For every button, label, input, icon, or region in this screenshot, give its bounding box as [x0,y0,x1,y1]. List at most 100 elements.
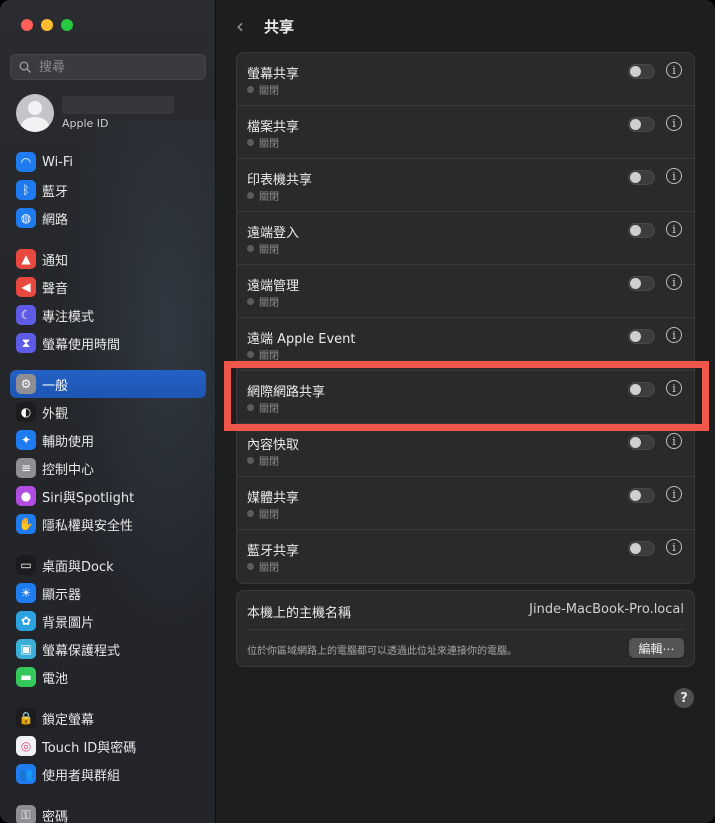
service-toggle[interactable] [628,64,655,79]
accessibility-icon: ✦ [16,430,36,450]
sidebar-item-sound[interactable]: ◀ 聲音 [10,273,206,301]
service-label: 印表機共享 [247,173,313,188]
info-icon[interactable]: i [666,168,682,184]
sidebar-item-label: 通知 [42,253,69,269]
service-toggle[interactable] [628,329,655,344]
service-label: 媒體共享 [247,491,300,506]
sidebar-item-users-groups[interactable]: 👥 使用者與群組 [10,760,206,788]
hostname-description: 位於你區域網路上的電腦都可以透過此位址來連接你的電腦。 [247,646,517,657]
control-center-icon: ≡ [16,458,36,478]
network-icon: ◍ [16,208,36,228]
info-icon[interactable]: i [666,380,682,396]
sidebar-item-accessibility[interactable]: ✦ 輔助使用 [10,426,206,454]
service-status-text: 關閉 [259,457,279,468]
sidebar-item-appearance[interactable]: ◐ 外觀 [10,398,206,426]
edit-hostname-button[interactable]: 編輯⋯ [629,638,684,658]
sidebar-item-siri[interactable]: ● Siri與Spotlight [10,482,206,510]
service-label: 螢幕共享 [247,67,300,82]
sidebar-item-control-center[interactable]: ≡ 控制中心 [10,454,206,482]
sidebar-item-battery[interactable]: ▬ 電池 [10,663,206,691]
sidebar-item-wallpaper[interactable]: ✿ 背景圖片 [10,607,206,635]
desktop-dock-icon: ▭ [16,555,36,575]
info-icon[interactable]: i [666,539,682,555]
sidebar-item-network[interactable]: ◍ 網路 [10,204,206,232]
info-icon[interactable]: i [666,433,682,449]
service-status: 關閉 [247,135,279,150]
search-input[interactable] [37,58,201,76]
siri-icon: ● [16,486,36,506]
service-toggle[interactable] [628,117,655,132]
info-icon[interactable]: i [666,274,682,290]
account-name-redacted [62,96,174,114]
service-status-text: 關閉 [259,510,279,521]
touch-id-icon: ◎ [16,736,36,756]
status-dot-icon [247,139,254,146]
sidebar-item-notifications[interactable]: ▲ 通知 [10,245,206,273]
sidebar-item-label: 聲音 [42,281,69,297]
sidebar-item-label: 控制中心 [42,462,95,478]
close-window-button[interactable] [21,19,33,31]
help-button[interactable]: ? [674,688,694,708]
service-status: 關閉 [247,82,279,97]
sidebar-item-passwords[interactable]: ⚿ 密碼 [10,801,206,823]
hostname-label: 本機上的主機名稱 [247,606,352,621]
sidebar-item-general[interactable]: ⚙ 一般 [10,370,206,398]
service-toggle[interactable] [628,488,655,503]
sidebar-item-label: Siri與Spotlight [42,490,135,506]
sound-icon: ◀ [16,277,36,297]
info-icon[interactable]: i [666,221,682,237]
service-label: 藍牙共享 [247,544,300,559]
sidebar-item-focus[interactable]: ☾ 專注模式 [10,301,206,329]
sidebar-item-screensaver[interactable]: ▣ 螢幕保護程式 [10,635,206,663]
minimize-window-button[interactable] [41,19,53,31]
service-toggle[interactable] [628,276,655,291]
screen-time-icon: ⧗ [16,333,36,353]
service-status: 關閉 [247,400,279,415]
sharing-services-list: 螢幕共享 關閉 i 檔案共享 關閉 i 印表機共享 關閉 i 遠端登入 關閉 i 遠端管理 關閉 i 遠端 A… [236,52,695,584]
sidebar-item-label: 一般 [42,378,69,394]
sidebar-item-touch-id[interactable]: ◎ Touch ID與密碼 [10,732,206,760]
wifi-icon: ◠ [16,152,36,172]
service-toggle[interactable] [628,170,655,185]
sidebar-item-label: 顯示器 [42,587,82,603]
sidebar-item-screen-time[interactable]: ⧗ 螢幕使用時間 [10,329,206,357]
service-label: 內容快取 [247,438,300,453]
status-dot-icon [247,404,254,411]
sidebar-item-label: 密碼 [42,809,69,823]
sidebar-item-label: 螢幕使用時間 [42,337,121,353]
sidebar-item-desktop-dock[interactable]: ▭ 桌面與Dock [10,551,206,579]
status-dot-icon [247,298,254,305]
status-dot-icon [247,86,254,93]
sidebar-item-bluetooth[interactable]: ᛒ 藍牙 [10,176,206,204]
info-icon[interactable]: i [666,62,682,78]
info-icon[interactable]: i [666,486,682,502]
service-toggle[interactable] [628,435,655,450]
sidebar-item-label: 電池 [42,671,69,687]
back-chevron-icon[interactable]: ‹ [236,14,244,38]
service-status-text: 關閉 [259,404,279,415]
sidebar-item-label: Wi-Fi [42,154,74,170]
general-icon: ⚙ [16,374,36,394]
info-icon[interactable]: i [666,327,682,343]
status-dot-icon [247,192,254,199]
sidebar-item-privacy-hand[interactable]: ✋ 隱私權與安全性 [10,510,206,538]
search-field[interactable] [10,54,206,80]
service-toggle[interactable] [628,382,655,397]
sharing-service-row: 檔案共享 關閉 i [237,106,694,159]
sidebar-item-displays[interactable]: ☀ 顯示器 [10,579,206,607]
sidebar-item-lock-screen[interactable]: 🔒 鎖定螢幕 [10,704,206,732]
sidebar-item-wifi[interactable]: ◠ Wi-Fi [10,148,206,176]
apple-id-account[interactable]: Apple ID [16,94,174,132]
service-status-text: 關閉 [259,298,279,309]
service-toggle[interactable] [628,223,655,238]
info-icon[interactable]: i [666,115,682,131]
sharing-service-row: 內容快取關閉 i [237,424,694,477]
zoom-window-button[interactable] [61,19,73,31]
hostname-value: Jinde-MacBook-Pro.local [529,602,684,617]
service-toggle[interactable] [628,541,655,556]
sharing-service-row: 螢幕共享 關閉 i [237,53,694,106]
status-dot-icon [247,351,254,358]
status-dot-icon [247,245,254,252]
service-status-text: 關閉 [259,563,279,574]
battery-icon: ▬ [16,667,36,687]
